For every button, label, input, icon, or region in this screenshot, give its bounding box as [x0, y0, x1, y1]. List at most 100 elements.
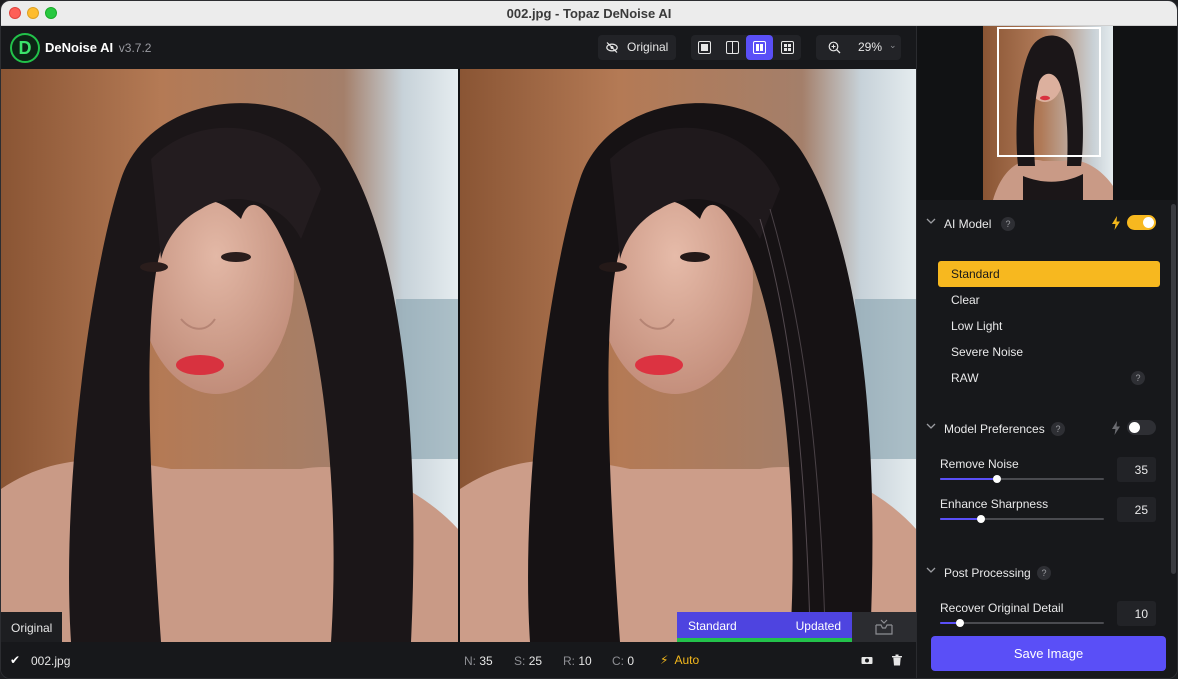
split-view-button[interactable] — [719, 35, 746, 60]
stat-color-key: C: — [612, 654, 624, 668]
navigator-thumbnail[interactable] — [983, 26, 1113, 200]
recover-detail-label: Recover Original Detail — [940, 601, 1064, 615]
navigator-viewport-frame[interactable] — [997, 27, 1101, 157]
show-original-label: Original — [627, 40, 669, 54]
remove-noise-slider-handle[interactable] — [993, 475, 1002, 483]
window-title: 002.jpg - Topaz DeNoise AI — [506, 6, 672, 21]
stat-recover-key: R: — [563, 654, 575, 668]
current-filename[interactable]: 002.jpg — [31, 654, 70, 668]
model-status-model: Standard — [688, 619, 737, 633]
app-name: DeNoise AI — [45, 40, 114, 55]
ai-model-section-header[interactable]: AI Model ? — [917, 214, 1167, 234]
stat-recover: R: 10 — [563, 654, 592, 668]
model-preferences-title: Model Preferences — [944, 422, 1045, 436]
trash-icon[interactable] — [891, 654, 903, 666]
single-view-icon — [698, 41, 711, 54]
view-mode-group — [691, 35, 801, 60]
chevron-down-icon[interactable] — [926, 421, 936, 431]
chevron-down-icon[interactable] — [926, 216, 936, 226]
remove-noise-label: Remove Noise — [940, 457, 1019, 471]
status-bar: ✔ 002.jpg N: 35 S: 25 R: 10 C: 0 ⚡︎ Auto — [1, 642, 916, 678]
stat-noise-value: 35 — [479, 654, 493, 668]
recover-detail-slider-handle[interactable] — [955, 619, 964, 627]
remove-noise-slider-fill — [940, 478, 998, 480]
stat-noise: N: 35 — [464, 654, 493, 668]
original-preview-pane[interactable] — [1, 69, 458, 642]
grid-view-icon — [781, 41, 794, 54]
lightning-bolt-icon: ⚡︎ — [660, 653, 669, 667]
eye-slash-icon — [606, 42, 618, 53]
zoom-value[interactable]: 29% — [858, 40, 882, 54]
top-toolbar: D DeNoise AI v3.7.2 Original 29% ⌄ — [1, 26, 916, 69]
post-processing-section-header[interactable]: Post Processing ? — [917, 563, 1167, 583]
raw-help-icon[interactable]: ? — [1131, 371, 1145, 385]
stat-sharpness-key: S: — [514, 654, 526, 668]
model-option-severe-noise[interactable]: Severe Noise — [938, 339, 1160, 365]
remove-noise-slider[interactable] — [940, 475, 1104, 483]
stat-sharpness-value: 25 — [528, 654, 543, 668]
title-bar: 002.jpg - Topaz DeNoise AI — [1, 1, 1177, 26]
model-option-standard-label: Standard — [951, 267, 1000, 281]
auto-mode-indicator[interactable]: ⚡︎ Auto — [660, 653, 699, 667]
model-option-raw[interactable]: RAW ? — [938, 365, 1160, 391]
model-preferences-help-icon[interactable]: ? — [1051, 422, 1065, 436]
original-photo — [1, 69, 458, 642]
recover-detail-slider[interactable] — [940, 619, 1104, 627]
enhance-sharpness-label: Enhance Sharpness — [940, 497, 1049, 511]
side-by-side-view-icon — [753, 41, 766, 54]
model-status-tag[interactable]: Standard Updated — [677, 612, 852, 642]
ai-model-auto-toggle[interactable] — [1127, 215, 1156, 230]
enhance-sharpness-slider-handle[interactable] — [977, 515, 985, 523]
post-processing-help-icon[interactable]: ? — [1037, 566, 1051, 580]
app-version: v3.7.2 — [118, 41, 152, 55]
original-pane-label: Original — [1, 612, 62, 642]
app-logo-icon: D — [10, 33, 40, 63]
stat-recover-value: 10 — [578, 654, 592, 668]
compare-models-button[interactable] — [852, 612, 916, 642]
model-option-low-light[interactable]: Low Light — [938, 313, 1160, 339]
split-view-icon — [726, 41, 739, 54]
model-option-clear-label: Clear — [951, 293, 980, 307]
chevron-down-icon[interactable]: ⌄ — [889, 40, 897, 51]
app-window: 002.jpg - Topaz DeNoise AI D DeNoise AI … — [0, 0, 1178, 679]
checkmark-icon[interactable]: ✔ — [10, 653, 20, 667]
panel-scrollbar[interactable] — [1171, 204, 1176, 574]
enhance-sharpness-slider-fill — [940, 518, 981, 520]
recover-detail-value-input[interactable]: 10 — [1117, 601, 1156, 626]
post-processing-title: Post Processing — [944, 566, 1031, 580]
model-preferences-section-header[interactable]: Model Preferences ? — [917, 419, 1167, 439]
stat-noise-key: N: — [464, 654, 476, 668]
app-brand: DeNoise AI v3.7.2 — [45, 40, 151, 55]
model-status-state: Updated — [795, 619, 841, 633]
lightning-bolt-icon — [1112, 216, 1120, 230]
show-original-button[interactable]: Original — [598, 35, 676, 60]
side-by-side-view-button[interactable] — [746, 35, 773, 60]
model-preferences-auto-toggle[interactable] — [1127, 420, 1156, 435]
model-option-severe-noise-label: Severe Noise — [951, 345, 1024, 359]
settings-panel: AI Model ? Standard Clear Low Light Seve… — [916, 26, 1177, 678]
remove-noise-value-input[interactable]: 35 — [1117, 457, 1156, 482]
processed-photo — [460, 69, 916, 642]
lightning-bolt-icon — [1112, 421, 1120, 435]
chevron-down-icon[interactable] — [926, 565, 936, 575]
model-option-raw-label: RAW — [951, 371, 979, 385]
save-image-button[interactable]: Save Image — [931, 636, 1166, 671]
enhance-sharpness-slider[interactable] — [940, 515, 1104, 523]
auto-mode-label: Auto — [674, 653, 700, 667]
stat-sharpness: S: 25 — [514, 654, 542, 668]
model-option-standard[interactable]: Standard — [938, 261, 1160, 287]
zoom-in-icon[interactable] — [828, 41, 841, 54]
stat-color-value: 0 — [627, 654, 635, 668]
ai-model-help-icon[interactable]: ? — [1001, 217, 1015, 231]
ai-model-title: AI Model — [944, 217, 992, 231]
enhance-sharpness-value-input[interactable]: 25 — [1117, 497, 1156, 522]
model-option-low-light-label: Low Light — [951, 319, 1003, 333]
processed-preview-pane[interactable] — [460, 69, 916, 642]
navigator — [917, 26, 1177, 200]
model-option-clear[interactable]: Clear — [938, 287, 1160, 313]
stat-color: C: 0 — [612, 654, 634, 668]
zoom-control[interactable]: 29% ⌄ — [816, 35, 901, 60]
camera-icon[interactable] — [861, 654, 873, 666]
grid-view-button[interactable] — [774, 35, 801, 60]
single-view-button[interactable] — [691, 35, 718, 60]
